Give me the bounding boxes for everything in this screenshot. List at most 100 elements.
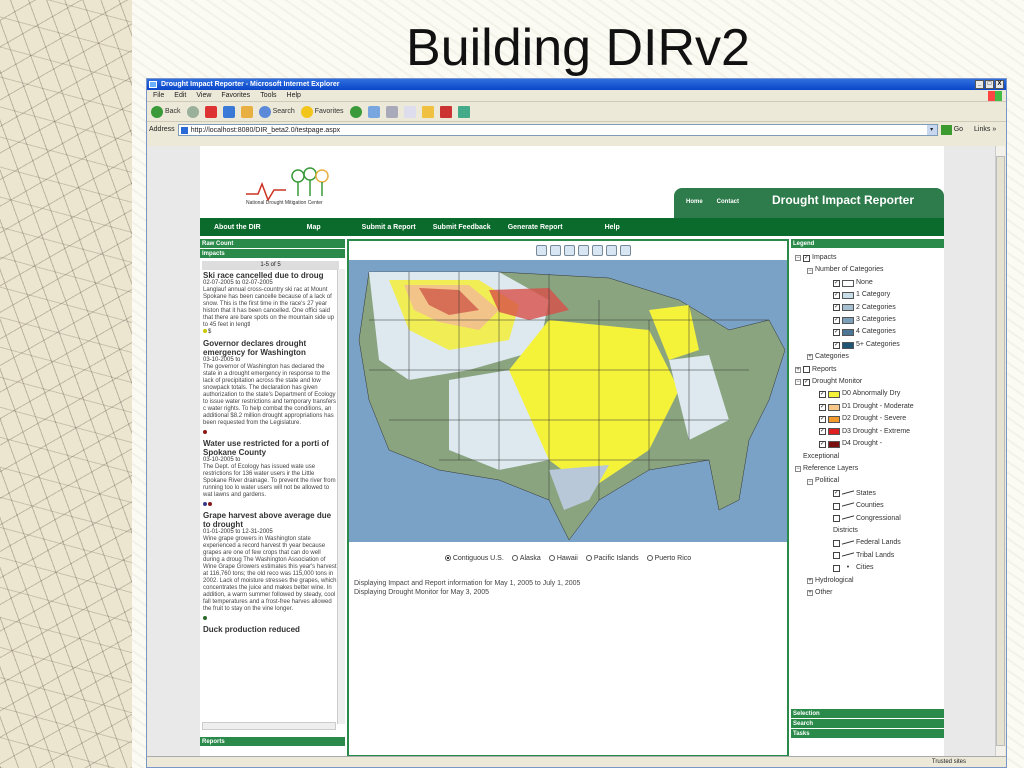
expand-icon[interactable]: + (795, 366, 801, 373)
cities-checkbox[interactable] (833, 564, 840, 572)
list-item[interactable]: Governor declares drought emergency for … (203, 339, 337, 436)
collapse-icon[interactable]: − (795, 379, 801, 386)
stop-button[interactable] (204, 105, 217, 118)
zoom-in-icon[interactable] (549, 244, 561, 256)
collapse-icon[interactable]: − (807, 267, 813, 274)
forward-button[interactable] (186, 105, 199, 118)
expand-icon[interactable]: + (807, 354, 813, 361)
print-map-icon[interactable] (619, 244, 631, 256)
scrollbar-thumb[interactable] (996, 156, 1005, 746)
region-radio-contiguous[interactable]: Contiguous U.S. (444, 555, 504, 562)
dm-checkbox[interactable]: ✓ (819, 391, 826, 399)
dm-checkbox[interactable]: ✓ (819, 428, 826, 436)
nav-about[interactable]: About the DIR (214, 224, 261, 231)
dm-checkbox[interactable]: ✓ (819, 403, 826, 411)
drought-map[interactable] (349, 260, 787, 542)
nav-help[interactable]: Help (605, 224, 620, 231)
edit-button[interactable] (403, 105, 416, 118)
close-button[interactable]: X (995, 80, 1004, 89)
category-checkbox[interactable]: ✓ (833, 304, 840, 312)
zoom-out-icon[interactable] (563, 244, 575, 256)
links-button[interactable]: Links » (974, 126, 996, 133)
menu-file[interactable]: File (153, 90, 164, 101)
category-checkbox[interactable]: ✓ (833, 316, 840, 324)
expand-icon[interactable]: + (807, 590, 813, 597)
dm-checkbox[interactable]: ✓ (819, 440, 826, 448)
maximize-button[interactable]: □ (985, 80, 994, 89)
print-button[interactable] (385, 105, 398, 118)
list-item[interactable]: Grape harvest above average due to droug… (203, 511, 337, 622)
reports-checkbox[interactable] (803, 366, 810, 374)
identify-icon[interactable] (591, 244, 603, 256)
federal-lands-checkbox[interactable] (833, 540, 840, 548)
address-dropdown-icon[interactable]: ▾ (926, 124, 937, 135)
list-item[interactable]: Duck production reduced (203, 625, 337, 634)
menu-edit[interactable]: Edit (174, 90, 186, 101)
list-scrollbar[interactable] (337, 269, 345, 724)
back-button[interactable]: Back (151, 105, 181, 118)
menu-favorites[interactable]: Favorites (221, 90, 250, 101)
list-item[interactable]: Water use restricted for a porti of Spok… (203, 439, 337, 508)
collapse-icon[interactable]: − (795, 255, 801, 262)
home-link[interactable]: Home (686, 199, 703, 205)
category-checkbox[interactable]: ✓ (833, 329, 840, 337)
mail-button[interactable] (367, 105, 380, 118)
dm-checkbox[interactable]: ✓ (819, 415, 826, 423)
category-checkbox[interactable]: ✓ (833, 291, 840, 299)
refresh-button[interactable] (222, 105, 235, 118)
favorites-button[interactable]: Favorites (300, 105, 344, 118)
states-checkbox[interactable]: ✓ (833, 490, 840, 498)
folder-button[interactable] (421, 105, 434, 118)
full-extent-icon[interactable] (535, 244, 547, 256)
page-scrollbar[interactable] (995, 146, 1005, 757)
address-input[interactable]: http://localhost:8080/DIR_beta2.0/testpa… (177, 123, 938, 136)
menu-help[interactable]: Help (287, 90, 301, 101)
counties-checkbox[interactable] (833, 502, 840, 510)
selection-header[interactable]: Selection (791, 709, 944, 719)
list-item[interactable]: Ski race cancelled due to droug 02-07-20… (203, 271, 337, 336)
menu-tools[interactable]: Tools (260, 90, 276, 101)
collapse-icon[interactable]: − (807, 478, 813, 485)
category-checkbox[interactable]: ✓ (833, 279, 840, 287)
collapse-icon[interactable]: − (795, 466, 801, 473)
nav-submit-report[interactable]: Submit a Report (362, 224, 416, 231)
site-header: National Drought Mitigation Center Home … (200, 146, 944, 218)
home-button[interactable] (240, 105, 253, 118)
tasks-header[interactable]: Tasks (791, 729, 944, 739)
go-button[interactable]: Go (940, 124, 963, 135)
congressional-checkbox[interactable] (833, 515, 840, 523)
search-button[interactable]: Search (258, 105, 295, 118)
region-radio-puerto-rico[interactable]: Puerto Rico (646, 555, 691, 562)
measure-icon[interactable] (605, 244, 617, 256)
region-radio-alaska[interactable]: Alaska (511, 555, 541, 562)
nav-submit-feedback[interactable]: Submit Feedback (433, 224, 491, 231)
slide-title: Building DIRv2 (406, 19, 750, 77)
raw-count-header[interactable]: Raw Count (200, 239, 345, 249)
history-icon (349, 105, 362, 118)
expand-icon[interactable]: + (807, 577, 813, 584)
list-horizontal-scrollbar[interactable] (202, 722, 336, 730)
history-button[interactable] (349, 105, 362, 118)
region-radio-hawaii[interactable]: Hawaii (548, 555, 578, 562)
impacts-checkbox[interactable]: ✓ (803, 254, 810, 262)
minimize-button[interactable]: _ (975, 80, 984, 89)
menu-view[interactable]: View (196, 90, 211, 101)
impact-category-icon (208, 502, 212, 506)
reports-header[interactable]: Reports (200, 737, 345, 747)
nav-generate-report[interactable]: Generate Report (508, 224, 563, 231)
tribal-lands-checkbox[interactable] (833, 552, 840, 560)
research-icon (439, 105, 452, 118)
drought-monitor-checkbox[interactable]: ✓ (803, 378, 810, 386)
messenger-icon (457, 105, 470, 118)
region-radio-pacific[interactable]: Pacific Islands (585, 555, 639, 562)
search-header[interactable]: Search (791, 719, 944, 729)
research-button[interactable] (439, 105, 452, 118)
nav-map[interactable]: Map (307, 224, 321, 231)
contact-link[interactable]: Contact (717, 199, 739, 205)
window-titlebar[interactable]: Drought Impact Reporter - Microsoft Inte… (147, 79, 1006, 90)
legend-header[interactable]: Legend (791, 239, 944, 249)
impacts-header[interactable]: Impacts (200, 249, 345, 259)
pan-hand-icon[interactable] (577, 244, 589, 256)
messenger-button[interactable] (457, 105, 470, 118)
category-checkbox[interactable]: ✓ (833, 341, 840, 349)
